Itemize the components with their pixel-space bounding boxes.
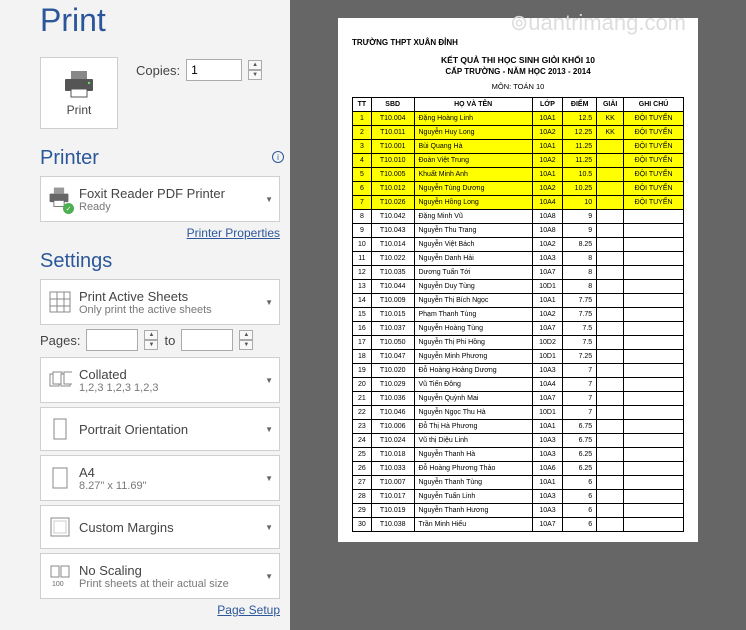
pages-to-up[interactable]: ▲	[239, 330, 253, 340]
preview-school: TRƯỜNG THPT XUÂN ĐỈNH	[352, 38, 684, 47]
paper-dropdown[interactable]: A4 8.27" x 11.69" ▼	[40, 455, 280, 501]
printer-name: Foxit Reader PDF Printer	[79, 186, 261, 201]
orientation-dropdown[interactable]: Portrait Orientation ▼	[40, 407, 280, 451]
scaling-dropdown[interactable]: 100 No Scaling Print sheets at their act…	[40, 553, 280, 599]
printer-properties-link[interactable]: Printer Properties	[40, 226, 280, 240]
printer-status: Ready	[79, 201, 261, 213]
svg-text:100: 100	[52, 581, 64, 588]
printer-section-title: Printer i	[40, 147, 280, 170]
chevron-down-icon: ▼	[265, 195, 273, 204]
copies-input[interactable]	[186, 59, 242, 81]
chevron-down-icon: ▼	[265, 298, 273, 307]
table-row: 5T10.005Khuất Minh Anh10A110.5ĐỘI TUYỂN	[353, 168, 684, 182]
pages-from-down[interactable]: ▼	[144, 340, 158, 350]
column-header: GHI CHÚ	[624, 98, 684, 112]
table-row: 4T10.010Đoàn Việt Trung10A211.25ĐỘI TUYỂ…	[353, 154, 684, 168]
page-setup-link[interactable]: Page Setup	[40, 603, 280, 617]
sheets-icon	[48, 290, 72, 314]
table-row: 11T10.022Nguyễn Danh Hải10A38	[353, 252, 684, 266]
table-row: 17T10.050Nguyễn Thị Phi Hồng10D27.5	[353, 336, 684, 350]
preview-panel: TRƯỜNG THPT XUÂN ĐỈNH KẾT QUẢ THI HỌC SI…	[290, 0, 746, 630]
printer-dropdown[interactable]: ✓ Foxit Reader PDF Printer Ready ▼	[40, 176, 280, 222]
table-row: 9T10.043Nguyễn Thu Trang10A89	[353, 224, 684, 238]
table-row: 1T10.004Đặng Hoàng Linh10A112.5KKĐỘI TUY…	[353, 112, 684, 126]
info-icon[interactable]: i	[272, 151, 284, 163]
table-row: 20T10.029Vũ Tiến Đông10A47	[353, 378, 684, 392]
table-row: 23T10.006Đỗ Thị Hà Phương10A16.75	[353, 420, 684, 434]
collated-icon	[48, 368, 72, 392]
page-title: Print	[40, 2, 280, 39]
preview-heading: KẾT QUẢ THI HỌC SINH GIỎI KHỐI 10	[352, 55, 684, 65]
portrait-icon	[48, 417, 72, 441]
pages-from-up[interactable]: ▲	[144, 330, 158, 340]
margins-dropdown[interactable]: Custom Margins ▼	[40, 505, 280, 549]
printer-icon	[61, 69, 97, 99]
preview-subject: MÔN: TOÁN 10	[352, 82, 684, 91]
table-row: 2T10.011Nguyễn Huy Long10A212.25KKĐỘI TU…	[353, 126, 684, 140]
table-row: 10T10.014Nguyễn Việt Bách10A28.25	[353, 238, 684, 252]
column-header: HỌ VÀ TÊN	[414, 98, 532, 112]
table-row: 27T10.007Nguyễn Thanh Tùng10A16	[353, 476, 684, 490]
table-row: 18T10.047Nguyễn Minh Phương10D17.25	[353, 350, 684, 364]
copies-down[interactable]: ▼	[248, 70, 262, 80]
table-row: 13T10.044Nguyễn Duy Tùng10D18	[353, 280, 684, 294]
table-row: 24T10.024Vũ thị Diệu Linh10A36.75	[353, 434, 684, 448]
table-row: 6T10.012Nguyễn Tùng Dương10A210.25ĐỘI TU…	[353, 182, 684, 196]
chevron-down-icon: ▼	[265, 425, 273, 434]
table-row: 29T10.019Nguyễn Thanh Hương10A36	[353, 504, 684, 518]
settings-section-title: Settings	[40, 250, 280, 273]
column-header: ĐIỂM	[563, 98, 597, 112]
pages-to-input[interactable]	[181, 329, 233, 351]
paper-icon	[48, 466, 72, 490]
ready-check-icon: ✓	[63, 203, 74, 214]
scaling-icon: 100	[48, 564, 72, 588]
collated-dropdown[interactable]: Collated 1,2,3 1,2,3 1,2,3 ▼	[40, 357, 280, 403]
column-header: TT	[353, 98, 372, 112]
table-row: 19T10.020Đỗ Hoàng Hoàng Dương10A37	[353, 364, 684, 378]
table-row: 26T10.033Đỗ Hoàng Phương Thảo10A66.25	[353, 462, 684, 476]
table-row: 7T10.026Nguyễn Hồng Long10A410ĐỘI TUYỂN	[353, 196, 684, 210]
table-row: 15T10.015Phạm Thanh Tùng10A27.75	[353, 308, 684, 322]
left-panel: Print Print Copies: ▲ ▼ Printer i	[0, 0, 290, 630]
pages-to-down[interactable]: ▼	[239, 340, 253, 350]
print-button[interactable]: Print	[40, 57, 118, 129]
chevron-down-icon: ▼	[265, 474, 273, 483]
column-header: LỚP	[532, 98, 562, 112]
copies-label: Copies:	[136, 63, 180, 78]
margins-icon	[48, 515, 72, 539]
preview-page: TRƯỜNG THPT XUÂN ĐỈNH KẾT QUẢ THI HỌC SI…	[338, 18, 698, 542]
table-row: 30T10.038Trần Minh Hiếu10A76	[353, 518, 684, 532]
table-row: 21T10.036Nguyễn Quỳnh Mai10A77	[353, 392, 684, 406]
preview-table: TTSBDHỌ VÀ TÊNLỚPĐIỂMGIẢIGHI CHÚ 1T10.00…	[352, 97, 684, 532]
column-header: GIẢI	[597, 98, 624, 112]
chevron-down-icon: ▼	[265, 523, 273, 532]
copies-up[interactable]: ▲	[248, 60, 262, 70]
chevron-down-icon: ▼	[265, 376, 273, 385]
table-row: 16T10.037Nguyễn Hoàng Tùng10A77.5	[353, 322, 684, 336]
pages-from-input[interactable]	[86, 329, 138, 351]
preview-subheading: CẤP TRƯỜNG - NĂM HỌC 2013 - 2014	[352, 67, 684, 76]
column-header: SBD	[371, 98, 414, 112]
table-row: 14T10.009Nguyễn Thị Bích Ngọc10A17.75	[353, 294, 684, 308]
table-row: 8T10.042Đặng Minh Vũ10A89	[353, 210, 684, 224]
chevron-down-icon: ▼	[265, 572, 273, 581]
print-what-dropdown[interactable]: Print Active Sheets Only print the activ…	[40, 279, 280, 325]
table-row: 25T10.018Nguyễn Thanh Hà10A36.25	[353, 448, 684, 462]
print-button-label: Print	[67, 103, 92, 117]
pages-label: Pages:	[40, 333, 80, 348]
table-row: 12T10.035Dương Tuấn Tới10A78	[353, 266, 684, 280]
table-row: 3T10.001Bùi Quang Hà10A111.25ĐỘI TUYỂN	[353, 140, 684, 154]
table-row: 28T10.017Nguyễn Tuấn Linh10A36	[353, 490, 684, 504]
table-row: 22T10.046Nguyễn Ngọc Thu Hà10D17	[353, 406, 684, 420]
